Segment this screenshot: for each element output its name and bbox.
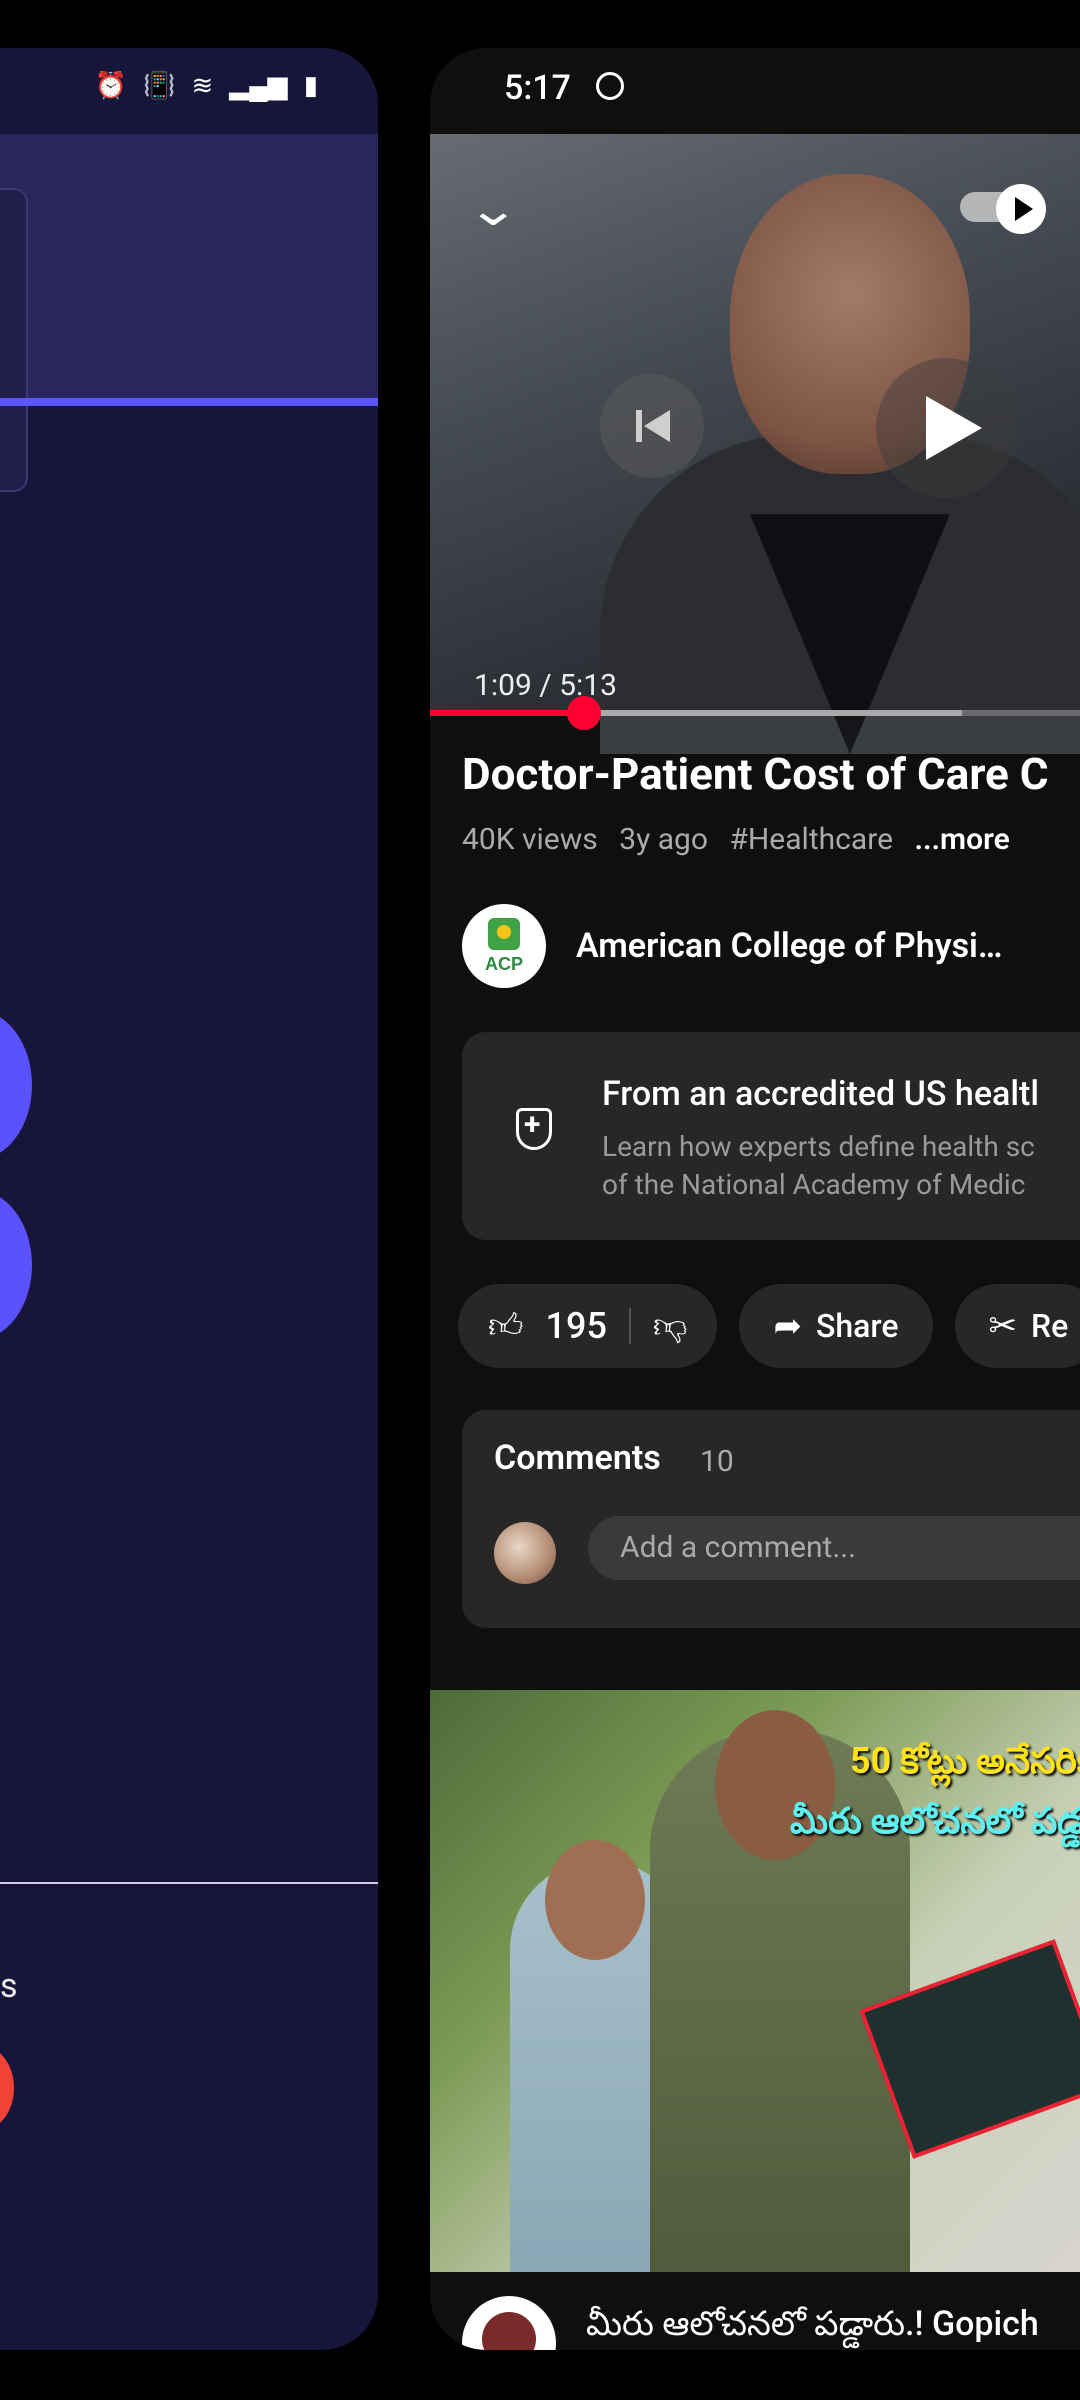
left-circle-button-1[interactable] bbox=[0, 1010, 32, 1160]
left-accent-bar bbox=[0, 398, 378, 406]
video-meta[interactable]: 40K views 3y ago #Healthcare ...more bbox=[462, 822, 1024, 857]
left-divider bbox=[0, 1882, 378, 1884]
comments-count: 10 bbox=[700, 1444, 734, 1479]
youtube-app-card[interactable]: 5:17 ⌄ 1:09 / 5:13 Doctor-Patient Cost o… bbox=[430, 48, 1080, 2350]
more-link[interactable]: ...more bbox=[914, 822, 1009, 857]
thumbnail-overlay-text-2: మీరు ఆలోచనలో పడ్డ bbox=[790, 1800, 1080, 1842]
thumbs-up-icon[interactable]: 👍︎ bbox=[488, 1306, 524, 1347]
channel-name[interactable]: American College of Physi… bbox=[576, 926, 1003, 966]
autoplay-toggle[interactable] bbox=[960, 184, 1050, 234]
left-red-button[interactable] bbox=[0, 2046, 14, 2130]
share-icon: ➦ bbox=[773, 1306, 802, 1346]
status-time: 5:17 bbox=[504, 68, 571, 108]
left-status-icons: ⏰ 📳 ≋ ▂▄▆ ▮ bbox=[94, 70, 318, 102]
thumbs-down-icon[interactable]: 👎︎ bbox=[653, 1306, 688, 1347]
vibrate-icon: 📳 bbox=[143, 70, 176, 101]
alarm-icon: ⏰ bbox=[94, 70, 128, 101]
left-partial-text: s bbox=[0, 1966, 18, 2006]
shield-icon bbox=[516, 1107, 552, 1150]
upload-age: 3y ago bbox=[619, 822, 708, 857]
remix-label: Re bbox=[1031, 1307, 1069, 1345]
acp-logo-icon bbox=[488, 918, 520, 950]
info-desc-line-2: of the National Academy of Medic bbox=[602, 1168, 1026, 1201]
channel-row[interactable]: ACP American College of Physi… bbox=[462, 904, 1003, 988]
play-icon[interactable] bbox=[876, 358, 1016, 498]
next-video-info[interactable]: మీరు ఆలోచనలో పడ్డారు.! Gopich bbox=[462, 2296, 1039, 2350]
share-button[interactable]: ➦ Share bbox=[739, 1284, 933, 1368]
left-app-header bbox=[0, 134, 378, 400]
progress-fill bbox=[430, 710, 584, 716]
left-circle-button-2[interactable] bbox=[0, 1190, 32, 1340]
signal-icon: ▂▄▆ bbox=[229, 71, 288, 101]
wifi-icon: ≋ bbox=[191, 70, 214, 101]
video-player[interactable]: ⌄ 1:09 / 5:13 bbox=[430, 134, 1080, 754]
notification-icon bbox=[596, 72, 624, 100]
remix-icon: ✂ bbox=[988, 1306, 1018, 1346]
comments-section[interactable]: Comments 10 Add a comment... bbox=[462, 1410, 1080, 1628]
like-count: 195 bbox=[545, 1305, 607, 1347]
background-app-card[interactable]: ⏰ 📳 ≋ ▂▄▆ ▮ s bbox=[0, 48, 378, 2350]
next-channel-avatar[interactable] bbox=[462, 2296, 556, 2350]
battery-icon: ▮ bbox=[303, 70, 318, 101]
previous-icon[interactable] bbox=[600, 374, 704, 478]
info-panel-description: Learn how experts define health sc of th… bbox=[602, 1128, 1035, 1204]
progress-scrubber[interactable] bbox=[567, 696, 601, 730]
thumbnail-overlay-text-1: 50 కోట్లు అనేసరిక bbox=[850, 1740, 1080, 1782]
like-separator bbox=[628, 1308, 631, 1344]
avatar-text: ACP bbox=[484, 954, 523, 974]
user-avatar bbox=[494, 1522, 556, 1584]
minimize-chevron-icon[interactable]: ⌄ bbox=[466, 182, 520, 237]
health-info-panel[interactable]: From an accredited US healtl Learn how e… bbox=[462, 1032, 1080, 1240]
channel-avatar[interactable]: ACP bbox=[462, 904, 546, 988]
add-comment-input[interactable]: Add a comment... bbox=[588, 1516, 1080, 1580]
info-panel-title: From an accredited US healtl bbox=[602, 1074, 1040, 1114]
left-header-panel bbox=[0, 188, 28, 492]
hashtag-link[interactable]: #Healthcare bbox=[729, 822, 893, 857]
video-title[interactable]: Doctor-Patient Cost of Care C bbox=[462, 748, 1080, 800]
info-desc-line-1: Learn how experts define health sc bbox=[602, 1130, 1035, 1163]
remix-button[interactable]: ✂ Re bbox=[954, 1284, 1080, 1368]
next-video-thumbnail[interactable]: 50 కోట్లు అనేసరిక మీరు ఆలోచనలో పడ్డ bbox=[430, 1690, 1080, 2272]
player-time: 1:09 / 5:13 bbox=[474, 668, 617, 703]
like-dislike-pill[interactable]: 👍︎ 195 👎︎ bbox=[458, 1284, 718, 1368]
action-bar: 👍︎ 195 👎︎ ➦ Share ✂ Re bbox=[458, 1284, 1080, 1368]
view-count: 40K views bbox=[462, 822, 598, 857]
autoplay-play-icon bbox=[996, 184, 1046, 234]
next-video-title[interactable]: మీరు ఆలోచనలో పడ్డారు.! Gopich bbox=[586, 2304, 1039, 2350]
share-label: Share bbox=[815, 1307, 899, 1345]
comments-title: Comments bbox=[494, 1438, 661, 1478]
thumbnail-figure-woman-head bbox=[545, 1840, 645, 1960]
